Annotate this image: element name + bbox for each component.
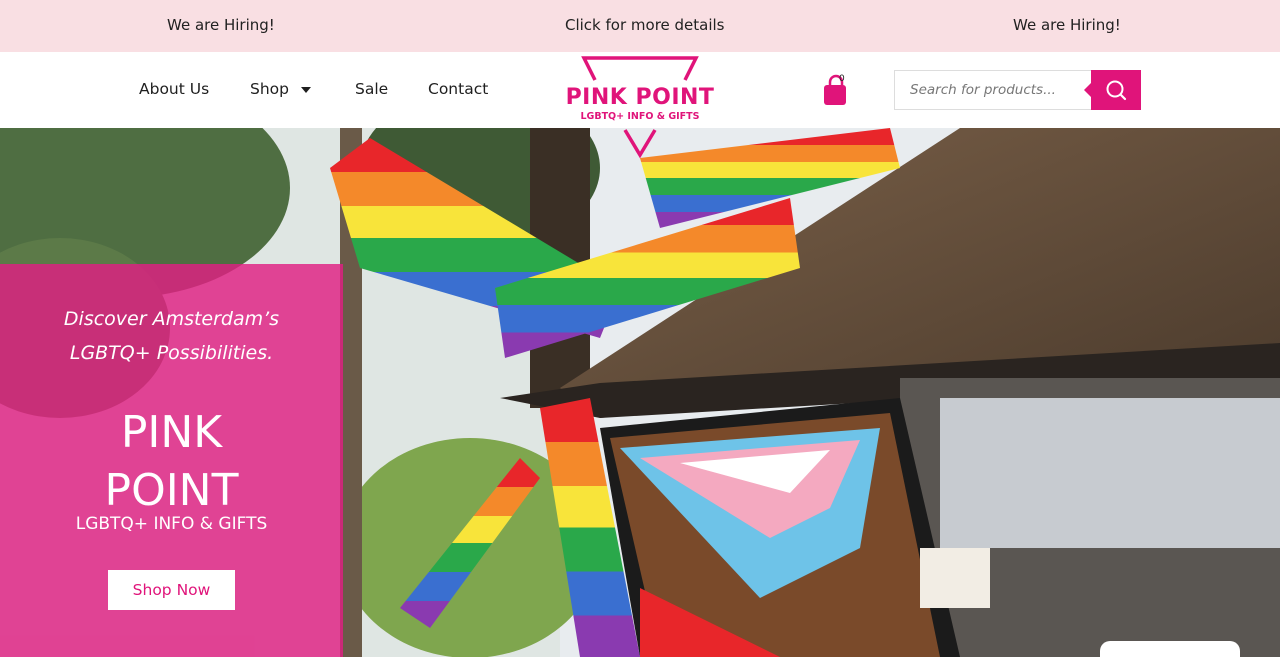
search-icon (1106, 80, 1127, 101)
hero-title: PINK POINT (0, 404, 343, 520)
hero-promo-card: Discover Amsterdam’s LGBTQ+ Possibilitie… (0, 264, 343, 657)
hero-subtitle: LGBTQ+ INFO & GIFTS (75, 514, 268, 534)
product-search (894, 70, 1141, 110)
logo-subtitle: LGBTQ+ INFO & GIFTS (580, 111, 700, 122)
search-input[interactable] (895, 71, 1091, 109)
more-details-link[interactable]: Click for more details (565, 16, 725, 34)
search-button[interactable] (1084, 70, 1141, 110)
nav-about-us[interactable]: About Us (139, 80, 209, 98)
chat-widget-tab[interactable] (1100, 641, 1240, 657)
site-logo[interactable]: PINK POINT LGBTQ+ INFO & GIFTS (562, 56, 718, 160)
logo-title: PINK POINT (565, 85, 715, 110)
shop-now-button[interactable]: Shop Now (108, 570, 235, 610)
hero-section: Discover Amsterdam’s LGBTQ+ Possibilitie… (0, 128, 1280, 657)
nav-shop[interactable]: Shop (250, 80, 311, 98)
shopping-bag-icon (824, 74, 846, 105)
nav-shop-label: Shop (250, 80, 289, 98)
nav-sale[interactable]: Sale (355, 80, 388, 98)
cart-count-badge: 0 (839, 74, 845, 84)
hero-title-line1: PINK (120, 407, 223, 458)
hero-title-line2: POINT (104, 465, 239, 516)
cart-button[interactable] (822, 74, 850, 106)
nav-contact[interactable]: Contact (428, 80, 488, 98)
hiring-banner[interactable]: We are Hiring! Click for more details We… (0, 0, 1280, 52)
chevron-down-icon (301, 86, 311, 93)
hero-tagline: Discover Amsterdam’s LGBTQ+ Possibilitie… (0, 302, 343, 370)
site-header: About Us Shop Sale Contact PINK POINT LG… (0, 52, 1280, 159)
hiring-text-left[interactable]: We are Hiring! (167, 16, 275, 34)
hero-tagline-line2: LGBTQ+ Possibilities. (69, 342, 274, 364)
hiring-text-right[interactable]: We are Hiring! (1013, 16, 1121, 34)
hero-tagline-line1: Discover Amsterdam’s (63, 308, 280, 330)
